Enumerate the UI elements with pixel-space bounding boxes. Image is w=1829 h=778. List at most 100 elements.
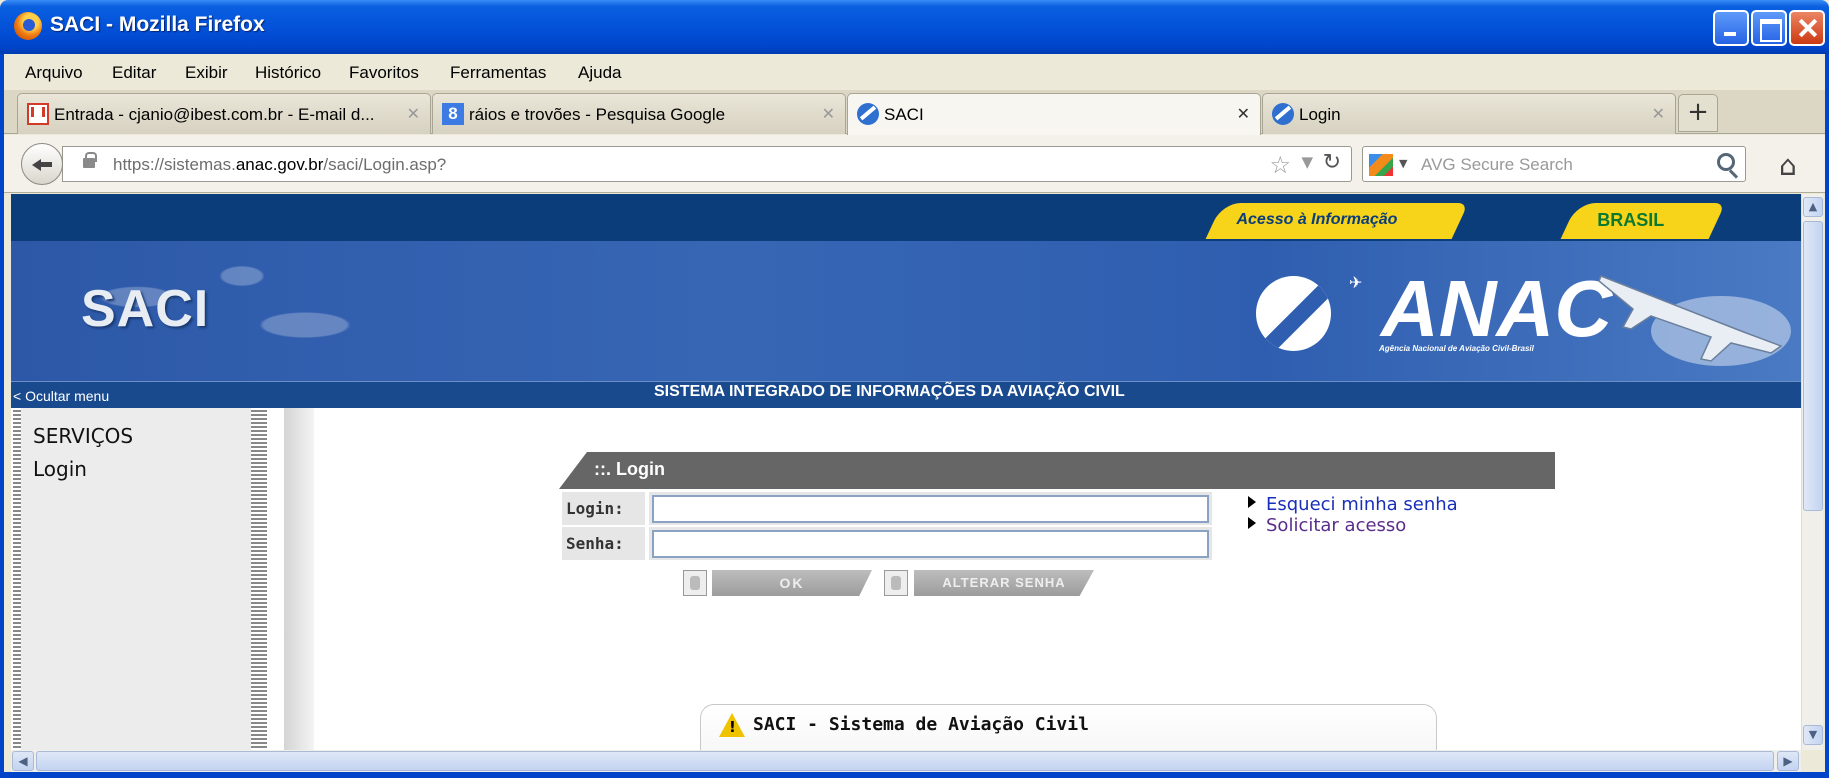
sidebar-item-login[interactable]: Login: [33, 457, 87, 481]
horizontal-scrollbar[interactable]: ◀ ▶: [11, 750, 1801, 772]
saci-logo: SACI: [81, 280, 210, 338]
url-text[interactable]: https://sistemas.anac.gov.br/saci/Login.…: [113, 155, 446, 175]
window-frame-bottom: [0, 772, 1829, 778]
request-access-row: Solicitar acesso: [1248, 515, 1406, 536]
firefox-icon[interactable]: [14, 12, 42, 40]
login-row: Login:: [562, 492, 1212, 525]
anac-logo: ANAC: [1381, 264, 1613, 353]
tab-label: Login: [1299, 105, 1341, 124]
tab-close-icon[interactable]: ✕: [822, 104, 835, 123]
tab-bar: Entrada - cjanio@ibest.com.br - E-mail d…: [0, 90, 1829, 135]
home-icon[interactable]: ⌂: [1779, 149, 1797, 182]
login-label: Login:: [566, 499, 624, 518]
page-viewport: Acesso à Informação BRASIL SACI ✈ ANAC A…: [11, 194, 1801, 750]
search-engine-dropdown-icon[interactable]: ▼: [1399, 157, 1407, 170]
notice-box: SACI - Sistema de Aviação Civil: [700, 704, 1437, 750]
forgot-password-link[interactable]: Esqueci minha senha: [1266, 494, 1458, 515]
url-bar[interactable]: https://sistemas.anac.gov.br/saci/Login.…: [62, 146, 1352, 182]
bullet-arrow-icon: [1248, 496, 1256, 508]
scroll-left-icon[interactable]: ◀: [12, 751, 34, 771]
anac-subtitle: Agência Nacional de Aviação Civil-Brasil: [1379, 344, 1534, 353]
window-frame-right: [1825, 54, 1829, 778]
scroll-up-icon[interactable]: ▲: [1803, 197, 1823, 217]
field-separator: [645, 492, 649, 525]
anac-icon: [857, 103, 879, 125]
password-label: Senha:: [566, 534, 624, 553]
system-subbar: < Ocultar menu SISTEMA INTEGRADO DE INFO…: [11, 381, 1801, 408]
gmail-icon: [27, 103, 49, 125]
maximize-button[interactable]: [1751, 10, 1787, 46]
tab-label: Entrada - cjanio@ibest.com.br - E-mail d…: [54, 105, 375, 124]
new-tab-button[interactable]: +: [1678, 94, 1718, 132]
forgot-password-row: Esqueci minha senha: [1248, 494, 1458, 515]
brasil-link[interactable]: BRASIL: [1560, 203, 1726, 239]
tab-close-icon[interactable]: ✕: [1237, 104, 1250, 123]
gov-bar: Acesso à Informação BRASIL: [11, 194, 1801, 241]
menu-ajuda[interactable]: Ajuda: [578, 63, 621, 83]
menu-favoritos[interactable]: Favoritos: [349, 63, 419, 83]
resize-grip[interactable]: [1801, 750, 1823, 772]
tab-close-icon[interactable]: ✕: [1652, 104, 1665, 123]
system-name: SISTEMA INTEGRADO DE INFORMAÇÕES DA AVIA…: [654, 383, 1125, 400]
notice-title: SACI - Sistema de Aviação Civil: [753, 714, 1089, 735]
hand-icon: [683, 570, 707, 596]
menu-exibir[interactable]: Exibir: [185, 63, 228, 83]
ok-button[interactable]: OK: [712, 570, 872, 596]
close-button[interactable]: [1789, 10, 1825, 46]
login-input[interactable]: [652, 495, 1209, 523]
window-title: SACI - Mozilla Firefox: [50, 13, 265, 36]
sidebar-item-servicos[interactable]: SERVIÇOS: [33, 424, 133, 448]
reload-icon[interactable]: ↻: [1323, 150, 1341, 175]
sidebar-left-grip: [13, 410, 21, 750]
vertical-scroll-thumb[interactable]: [1803, 221, 1823, 511]
sidebar-resize-handle[interactable]: [251, 410, 267, 750]
avg-icon[interactable]: [1369, 154, 1393, 176]
tab-saci[interactable]: SACI ✕: [847, 93, 1261, 135]
request-access-link[interactable]: Solicitar acesso: [1266, 515, 1406, 536]
search-icon[interactable]: [1717, 153, 1735, 171]
sidebar: SERVIÇOS Login: [11, 408, 271, 750]
pencil-icon: [884, 570, 908, 596]
scroll-right-icon[interactable]: ▶: [1777, 751, 1799, 771]
firefox-window: SACI - Mozilla Firefox Arquivo Editar Ex…: [0, 0, 1829, 778]
vertical-scrollbar[interactable]: ▲ ▼: [1801, 194, 1823, 750]
tab-google[interactable]: 8 ráios e trovões - Pesquisa Google ✕: [432, 93, 846, 134]
tab-close-icon[interactable]: ✕: [407, 104, 420, 123]
sidebar-shadow: [284, 408, 314, 750]
tab-label: ráios e trovões - Pesquisa Google: [469, 105, 726, 124]
title-bar: SACI - Mozilla Firefox: [0, 0, 1829, 54]
window-frame-left: [0, 54, 4, 778]
acesso-informacao-link[interactable]: Acesso à Informação: [1205, 203, 1469, 239]
menu-historico[interactable]: Histórico: [255, 63, 321, 83]
bookmark-star-icon[interactable]: ☆: [1269, 151, 1291, 179]
field-separator: [645, 527, 649, 560]
anac-emblem-icon: [1256, 276, 1331, 351]
history-dropdown-icon[interactable]: ▼: [1301, 153, 1313, 171]
bullet-arrow-icon: [1248, 517, 1256, 529]
search-bar[interactable]: ▼ AVG Secure Search: [1362, 146, 1746, 182]
search-input[interactable]: AVG Secure Search: [1421, 155, 1573, 175]
sidebar-menu: SERVIÇOS Login: [21, 408, 251, 750]
menu-arquivo[interactable]: Arquivo: [25, 63, 83, 83]
minimize-button[interactable]: [1713, 10, 1749, 46]
menu-ferramentas[interactable]: Ferramentas: [450, 63, 546, 83]
login-header-title: ::. Login: [594, 459, 665, 479]
tab-label: SACI: [884, 105, 924, 124]
world-map-graphic: [11, 241, 431, 381]
change-password-button[interactable]: ALTERAR SENHA: [914, 570, 1094, 596]
hide-menu-link[interactable]: < Ocultar menu: [13, 388, 109, 404]
scroll-down-icon[interactable]: ▼: [1803, 725, 1823, 745]
tab-email[interactable]: Entrada - cjanio@ibest.com.br - E-mail d…: [17, 93, 431, 134]
back-button[interactable]: [21, 143, 63, 185]
google-icon: 8: [442, 103, 464, 125]
menu-editar[interactable]: Editar: [112, 63, 156, 83]
airplane-image: [1598, 275, 1791, 366]
horizontal-scroll-thumb[interactable]: [36, 751, 1774, 771]
password-row: Senha:: [562, 527, 1212, 560]
password-input[interactable]: [652, 530, 1209, 558]
lock-icon: [83, 152, 97, 168]
menu-bar: Arquivo Editar Exibir Histórico Favorito…: [0, 54, 1829, 90]
tab-login[interactable]: Login ✕: [1262, 93, 1676, 134]
navigation-bar: https://sistemas.anac.gov.br/saci/Login.…: [0, 135, 1829, 193]
anac-icon: [1272, 103, 1294, 125]
